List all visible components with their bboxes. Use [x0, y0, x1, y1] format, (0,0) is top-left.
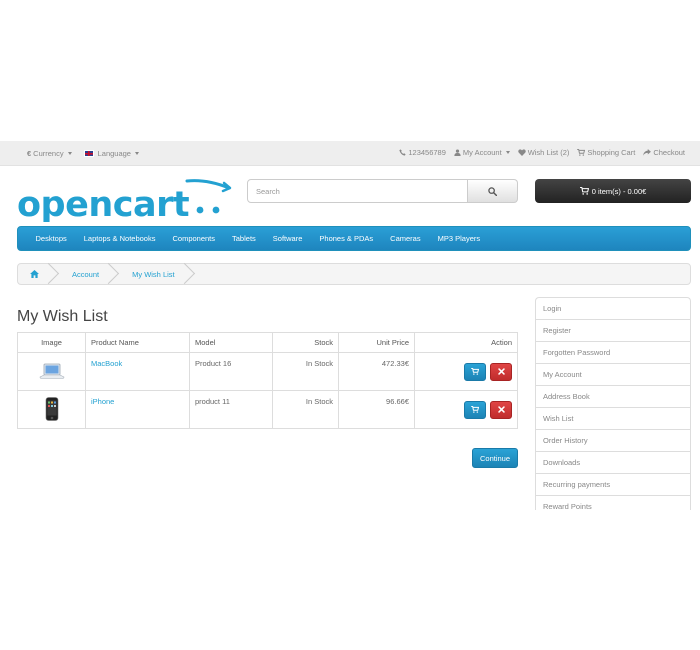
menu-item-software[interactable]: Software	[264, 234, 311, 243]
my-account-dropdown[interactable]: My Account	[454, 148, 510, 157]
product-price: 472.33€	[338, 352, 415, 391]
sidebar-item-my-account[interactable]: My Account	[536, 364, 690, 386]
breadcrumb-home[interactable]	[18, 263, 52, 285]
page-title: My Wish List	[17, 308, 108, 325]
menu-item-laptops-notebooks[interactable]: Laptops & Notebooks	[75, 234, 164, 243]
column-header-stock: Stock	[272, 332, 339, 353]
add-to-cart-button[interactable]	[463, 400, 486, 419]
account-sidebar: Login Register Forgotten Password My Acc…	[535, 297, 691, 510]
product-model: Product 16	[189, 352, 273, 391]
menu-item-desktops[interactable]: Desktops	[27, 234, 75, 243]
add-to-cart-button[interactable]	[463, 362, 486, 381]
column-header-product-name: Product Name	[85, 332, 190, 353]
search-input[interactable]	[247, 179, 468, 203]
phone-icon	[399, 149, 407, 156]
sidebar-item-recurring-payments[interactable]: Recurring payments	[536, 474, 690, 496]
product-image-cell	[17, 390, 86, 429]
main-menu: Desktops Laptops & Notebooks Components …	[17, 226, 691, 251]
sidebar-item-address-book[interactable]: Address Book	[536, 386, 690, 408]
laptop-icon[interactable]	[39, 362, 65, 380]
language-dropdown[interactable]: Language	[83, 149, 139, 158]
menu-item-tablets[interactable]: Tablets	[224, 234, 265, 243]
product-stock: In Stock	[272, 390, 339, 429]
table-row: iPhone product 11 In Stock 96.66€	[17, 390, 518, 429]
breadcrumb: Account My Wish List	[17, 263, 691, 285]
continue-button[interactable]: Continue	[472, 448, 518, 468]
sidebar-item-login[interactable]: Login	[536, 298, 690, 320]
menu-item-cameras[interactable]: Cameras	[382, 234, 429, 243]
product-price: 96.66€	[338, 390, 415, 429]
cart-button[interactable]: 0 item(s) - 0.00€	[535, 179, 691, 203]
menu-item-phones-pdas[interactable]: Phones & PDAs	[311, 234, 382, 243]
table-row: MacBook Product 16 In Stock 472.33€	[17, 352, 518, 391]
sidebar-item-wish-list[interactable]: Wish List	[536, 408, 690, 430]
uk-flag-icon	[83, 150, 94, 157]
top-bar: € Currency Language 123456789 My Account…	[0, 141, 700, 166]
product-actions	[414, 390, 518, 429]
product-model: product 11	[189, 390, 273, 429]
phone-link[interactable]: 123456789	[399, 148, 446, 157]
search-bar	[247, 179, 518, 203]
chevron-down-icon	[67, 152, 72, 155]
share-icon	[643, 149, 652, 156]
product-link-iphone[interactable]: iPhone	[91, 397, 114, 406]
heart-icon	[517, 149, 526, 156]
close-icon	[497, 406, 505, 413]
chevron-down-icon	[505, 151, 510, 154]
close-icon	[497, 368, 505, 375]
column-header-image: Image	[17, 332, 86, 353]
cart-icon	[579, 187, 589, 195]
remove-button[interactable]	[490, 400, 512, 419]
product-name-cell: iPhone	[85, 390, 190, 429]
search-icon	[488, 186, 497, 196]
breadcrumb-wish-list[interactable]: My Wish List	[112, 263, 188, 285]
phone-icon[interactable]	[45, 396, 59, 421]
menu-item-mp3-players[interactable]: MP3 Players	[429, 234, 489, 243]
currency-dropdown[interactable]: € Currency	[27, 149, 72, 158]
sidebar-item-forgotten-password[interactable]: Forgotten Password	[536, 342, 690, 364]
column-header-unit-price: Unit Price	[338, 332, 415, 353]
cart-icon	[471, 406, 479, 413]
product-actions	[414, 352, 518, 391]
column-header-model: Model	[189, 332, 273, 353]
wishlist-table: Image Product Name Model Stock Unit Pric…	[17, 332, 518, 429]
cart-icon	[577, 149, 586, 156]
menu-item-components[interactable]: Components	[164, 234, 224, 243]
cart-icon	[471, 368, 479, 375]
product-stock: In Stock	[272, 352, 339, 391]
column-header-action: Action	[414, 332, 518, 353]
table-header-row: Image Product Name Model Stock Unit Pric…	[17, 332, 518, 353]
product-image-cell	[17, 352, 86, 391]
cart-total: 0 item(s) - 0.00€	[591, 186, 647, 196]
sidebar-item-downloads[interactable]: Downloads	[536, 452, 690, 474]
sidebar-item-register[interactable]: Register	[536, 320, 690, 342]
home-icon	[30, 270, 39, 278]
currency-symbol-icon: €	[27, 149, 32, 158]
breadcrumb-account[interactable]: Account	[52, 263, 112, 285]
shopping-cart-link[interactable]: Shopping Cart	[577, 148, 635, 157]
product-name-cell: MacBook	[85, 352, 190, 391]
user-icon	[454, 149, 461, 156]
remove-button[interactable]	[490, 362, 512, 381]
opencart-logo[interactable]: opencart	[17, 178, 232, 225]
chevron-down-icon	[134, 152, 139, 155]
product-link-macbook[interactable]: MacBook	[91, 359, 122, 368]
sidebar-item-order-history[interactable]: Order History	[536, 430, 690, 452]
wish-list-link[interactable]: Wish List (2)	[517, 148, 569, 157]
logo-text: opencart	[17, 185, 189, 222]
checkout-link[interactable]: Checkout	[643, 148, 685, 157]
sidebar-item-reward-points[interactable]: Reward Points	[536, 496, 690, 510]
search-button[interactable]	[468, 179, 518, 203]
